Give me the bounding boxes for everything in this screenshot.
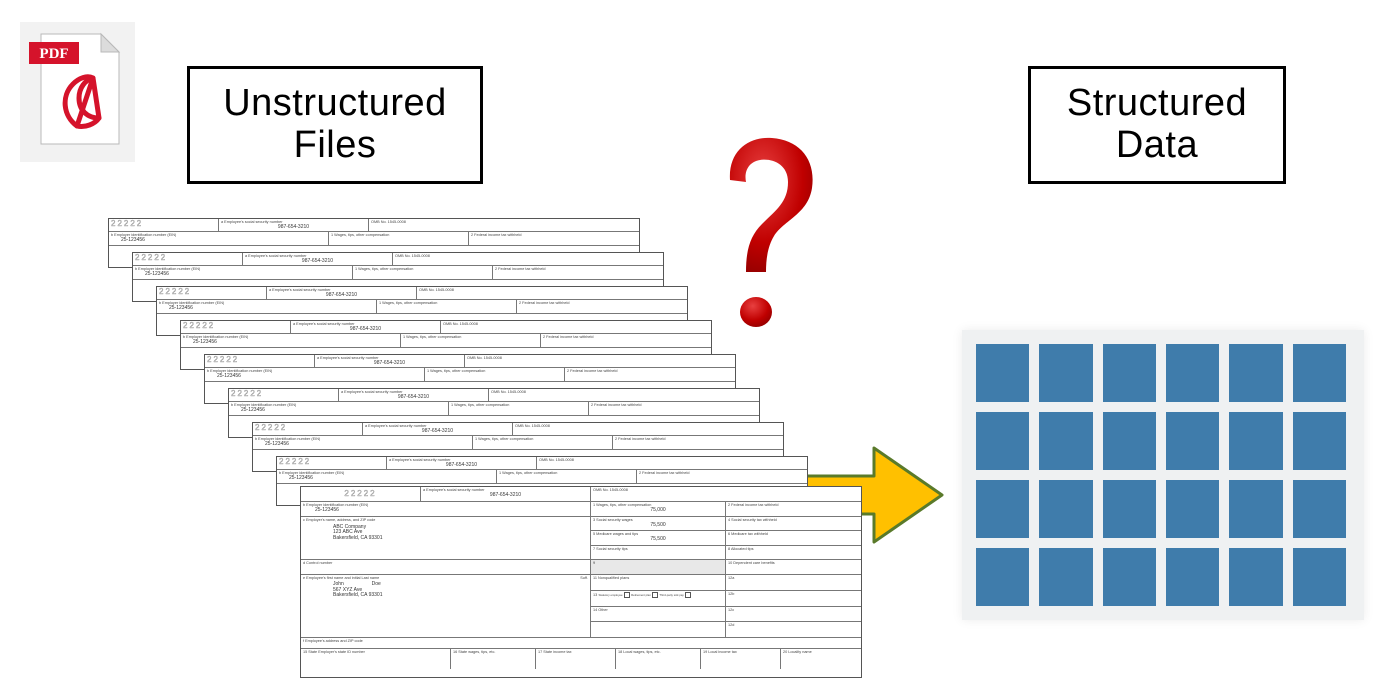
grid-cell bbox=[1229, 548, 1282, 606]
grid-cell bbox=[1039, 548, 1092, 606]
w2-form-stack: 22222 a Employee's social security numbe… bbox=[108, 218, 728, 668]
grid-cell bbox=[1229, 480, 1282, 538]
pdf-badge-text: PDF bbox=[39, 46, 68, 62]
pdf-file-icon: PDF bbox=[20, 22, 135, 162]
grid-cell bbox=[1293, 480, 1346, 538]
structured-data-label: Structured Data bbox=[1028, 66, 1286, 184]
w2-form-front: 22222 a Employee's social security numbe… bbox=[300, 486, 862, 678]
grid-cell bbox=[1229, 412, 1282, 470]
grid-cell bbox=[1293, 344, 1346, 402]
grid-cell bbox=[1039, 412, 1092, 470]
grid-cell bbox=[976, 412, 1029, 470]
grid-cell bbox=[976, 548, 1029, 606]
grid-cell bbox=[1166, 412, 1219, 470]
grid-cell bbox=[1039, 480, 1092, 538]
grid-cell bbox=[1293, 412, 1346, 470]
grid-cell bbox=[1039, 344, 1092, 402]
grid-cell bbox=[1103, 480, 1156, 538]
unstructured-line2: Files bbox=[294, 125, 377, 167]
grid-cell bbox=[1103, 344, 1156, 402]
grid-cell bbox=[1166, 548, 1219, 606]
structured-line1: Structured bbox=[1067, 83, 1247, 125]
grid-cell bbox=[1166, 480, 1219, 538]
grid-cell bbox=[976, 344, 1029, 402]
grid-cell bbox=[976, 480, 1029, 538]
structured-data-grid bbox=[962, 330, 1364, 620]
grid-cell bbox=[1103, 548, 1156, 606]
grid-cell bbox=[1166, 344, 1219, 402]
grid-cell bbox=[1103, 412, 1156, 470]
unstructured-files-label: Unstructured Files bbox=[187, 66, 483, 184]
structured-line2: Data bbox=[1116, 125, 1198, 167]
unstructured-line1: Unstructured bbox=[223, 83, 447, 125]
grid-cell bbox=[1229, 344, 1282, 402]
grid-cell bbox=[1293, 548, 1346, 606]
